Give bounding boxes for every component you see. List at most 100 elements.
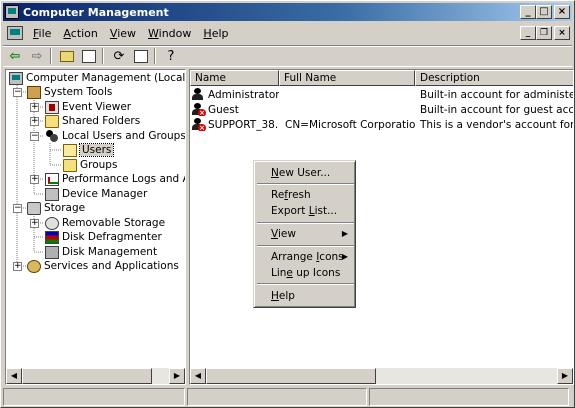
expander-event-viewer[interactable]: + [30, 103, 39, 112]
back-arrow-icon[interactable]: ⇦ [5, 47, 25, 65]
folder-open-icon [63, 143, 77, 157]
disabled-user-icon: × [192, 118, 206, 131]
toolbar: ⇦ ⇨ ⟳ ? [3, 45, 572, 67]
submenu-arrow-icon: ▶ [341, 252, 348, 261]
table-row[interactable]: × SUPPORT_38... CN=Microsoft Corporation… [190, 117, 573, 132]
cell-description: Built-in account for guest access to [420, 103, 573, 116]
column-header-name[interactable]: Name [190, 70, 279, 86]
table-row[interactable]: × Guest Built-in account for guest acces… [190, 102, 573, 117]
menu-item-view[interactable]: View ▶ [257, 226, 354, 242]
minimize-button[interactable]: _ [520, 5, 536, 19]
storage-icon [27, 201, 41, 215]
tree-node-users[interactable]: Users [63, 143, 115, 157]
status-panel [187, 388, 367, 406]
close-button[interactable]: × [554, 5, 570, 19]
scroll-left-button[interactable]: ◀ [190, 368, 206, 384]
menu-file[interactable]: File [27, 27, 57, 40]
menu-item-line-up-icons[interactable]: Line up Icons [257, 265, 354, 281]
tree-node-local-users-groups[interactable]: Local Users and Groups [45, 129, 185, 143]
toolbar-separator [102, 48, 104, 64]
refresh-icon[interactable]: ⟳ [109, 47, 129, 65]
console-tree-pane[interactable]: Computer Management (Local) − System Too… [5, 69, 186, 385]
menu-separator [257, 183, 354, 185]
tree-node-device-manager[interactable]: Device Manager [45, 187, 147, 201]
menu-bar: File Action View Window Help _ ❐ × [3, 23, 572, 43]
disk-management-icon [45, 245, 59, 259]
menu-item-arrange-icons[interactable]: Arrange Icons ▶ [257, 249, 354, 265]
export-list-icon[interactable] [131, 47, 151, 65]
expander-services-applications[interactable]: + [13, 262, 22, 271]
tree-node-event-viewer[interactable]: Event Viewer [45, 100, 131, 114]
menu-item-new-user[interactable]: New User... [257, 165, 354, 181]
tree-node-disk-defragmenter[interactable]: Disk Defragmenter [45, 230, 162, 244]
console-tree: Computer Management (Local) − System Too… [6, 70, 185, 368]
console-icon[interactable] [7, 26, 23, 40]
child-restore-button[interactable]: ❐ [536, 26, 552, 40]
tree-node-shared-folders[interactable]: Shared Folders [45, 114, 140, 128]
toolbar-separator [50, 48, 52, 64]
expander-storage[interactable]: − [13, 204, 22, 213]
removable-storage-icon [45, 216, 59, 230]
table-row[interactable]: Administrator Built-in account for admin… [190, 87, 573, 102]
tree-node-computer-management[interactable]: Computer Management (Local) [9, 71, 185, 85]
status-bar [3, 388, 572, 406]
tree-node-services-applications[interactable]: Services and Applications [27, 259, 179, 273]
computer-icon [9, 71, 23, 85]
column-header-description[interactable]: Description [415, 70, 573, 86]
menu-window[interactable]: Window [142, 27, 197, 40]
list-header: Name Full Name Description [190, 70, 573, 86]
users-icon [45, 129, 59, 143]
performance-icon [45, 172, 59, 186]
tree-node-removable-storage[interactable]: Removable Storage [45, 216, 165, 230]
scroll-thumb[interactable] [206, 368, 376, 384]
menu-item-export-list[interactable]: Export List... [257, 203, 354, 219]
up-folder-icon[interactable] [57, 47, 77, 65]
system-tools-icon [27, 85, 41, 99]
window-title: Computer Management [23, 5, 169, 19]
scroll-thumb[interactable] [22, 368, 152, 384]
show-hide-tree-icon[interactable] [79, 47, 99, 65]
help-icon[interactable]: ? [161, 47, 181, 65]
user-icon [192, 88, 205, 101]
tree-node-disk-management[interactable]: Disk Management [45, 245, 157, 259]
column-header-full-name[interactable]: Full Name [279, 70, 415, 86]
menu-item-refresh[interactable]: Refresh [257, 187, 354, 203]
services-icon [27, 259, 41, 273]
expander-removable-storage[interactable]: + [30, 219, 39, 228]
expander-system-tools[interactable]: − [13, 88, 22, 97]
scroll-left-button[interactable]: ◀ [6, 368, 22, 384]
defragmenter-icon [45, 230, 59, 244]
submenu-arrow-icon: ▶ [341, 229, 348, 238]
details-list-pane[interactable]: Name Full Name Description Administrator… [189, 69, 574, 385]
maximize-button[interactable]: □ [536, 5, 552, 19]
status-panel [369, 388, 569, 406]
menu-item-help[interactable]: Help [257, 288, 354, 304]
scroll-right-button[interactable]: ▶ [169, 368, 185, 384]
title-bar[interactable]: Computer Management _ □ × [3, 3, 572, 21]
child-close-button[interactable]: × [554, 26, 570, 40]
menu-view[interactable]: View [104, 27, 142, 40]
menu-action[interactable]: Action [57, 27, 103, 40]
menu-help[interactable]: Help [197, 27, 234, 40]
event-viewer-icon [45, 100, 59, 114]
tree-horizontal-scrollbar[interactable]: ◀ ▶ [6, 368, 185, 384]
computer-management-window: Computer Management _ □ × File Action Vi… [0, 0, 575, 408]
forward-arrow-icon[interactable]: ⇨ [27, 47, 47, 65]
folder-icon [45, 114, 59, 128]
scroll-track[interactable] [152, 368, 169, 384]
menu-separator [257, 245, 354, 247]
tree-node-system-tools[interactable]: System Tools [27, 85, 112, 99]
expander-local-users-groups[interactable]: − [30, 132, 39, 141]
list-horizontal-scrollbar[interactable]: ◀ ▶ [190, 368, 573, 384]
scroll-right-button[interactable]: ▶ [557, 368, 573, 384]
expander-shared-folders[interactable]: + [30, 117, 39, 126]
tree-node-performance-logs[interactable]: Performance Logs and Alerts [45, 172, 185, 186]
child-minimize-button[interactable]: _ [520, 26, 536, 40]
tree-node-groups[interactable]: Groups [63, 158, 117, 172]
expander-performance-logs[interactable]: + [30, 175, 39, 184]
tree-node-storage[interactable]: Storage [27, 201, 85, 215]
folder-icon [63, 158, 77, 172]
toolbar-separator [154, 48, 156, 64]
cell-full-name: CN=Microsoft Corporation... [285, 118, 415, 131]
scroll-track[interactable] [376, 368, 557, 384]
